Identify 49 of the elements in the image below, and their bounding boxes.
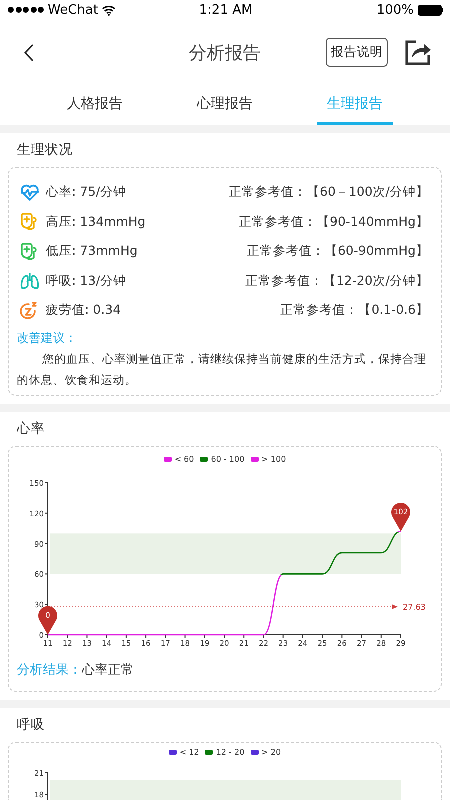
section-title: 呼吸 — [17, 716, 45, 734]
legend-swatch[interactable] — [168, 750, 177, 754]
help-button[interactable]: 报告说明 — [326, 38, 388, 67]
advice-label: 改善建议： — [17, 330, 77, 344]
carrier-name: WeChat — [48, 2, 98, 18]
legend-label: 12 - 20 — [216, 748, 245, 756]
average-label: 27.63 — [403, 602, 426, 612]
wifi-icon — [102, 4, 116, 16]
signal-icon — [8, 7, 44, 13]
blood-pressure-icon — [20, 242, 38, 262]
result-label: 分析结果： — [17, 662, 82, 678]
result-text: 心率正常 — [82, 662, 134, 678]
share-icon[interactable] — [404, 38, 432, 66]
page-title: 分析报告 — [189, 42, 261, 64]
report-tab[interactable]: 心理报告 — [187, 85, 263, 125]
legend-swatch[interactable] — [250, 750, 259, 754]
measurement-value: 疲劳值: 0.34 — [46, 302, 122, 320]
lungs-icon — [20, 271, 40, 292]
reference-range: 正常参考值：【60-90mmHg】 — [246, 243, 429, 260]
legend-label: > 100 — [262, 454, 286, 464]
legend-label: < 60 — [174, 454, 194, 464]
reference-range: 正常参考值：【60－100次/分钟】 — [229, 184, 429, 202]
advice-text: 您的血压、心率测量值正常，请继续保持当前健康的生活方式，保持合理的休息、饮食和运动。 — [16, 350, 428, 388]
legend-label: > 20 — [262, 748, 282, 756]
blood-pressure-icon — [20, 212, 38, 232]
legend-swatch[interactable] — [250, 456, 259, 462]
y-axis — [44, 772, 48, 800]
legend-label: 60 - 100 — [211, 454, 245, 464]
measurement-value: 低压: 73mmHg — [46, 243, 138, 260]
reference-range: 正常参考值：【12-20次/分钟】 — [245, 272, 429, 290]
legend-swatch[interactable] — [200, 456, 208, 462]
reference-range: 正常参考值：【90-140mmHg】 — [239, 214, 429, 231]
measurement-value: 呼吸: 13/分钟 — [46, 272, 126, 290]
section-title: 心率 — [17, 420, 45, 438]
battery-icon — [418, 4, 444, 16]
report-tab[interactable]: 人格报告 — [57, 85, 133, 125]
clock-time: 1:21 AM — [199, 2, 253, 18]
heart-pulse-icon — [20, 184, 40, 202]
reference-range: 正常参考值：【0.1-0.6】 — [280, 302, 429, 320]
battery-percent: 100% — [376, 2, 414, 18]
legend-label: < 12 — [180, 748, 200, 756]
value-pin — [392, 502, 410, 532]
measurement-value: 高压: 134mmHg — [46, 214, 146, 231]
measurement-value: 心率: 75/分钟 — [46, 184, 126, 202]
sleep-icon — [20, 300, 40, 321]
back-icon[interactable] — [24, 44, 34, 62]
section-title: 生理状况 — [17, 141, 73, 159]
legend-swatch[interactable] — [205, 750, 214, 754]
legend-swatch[interactable] — [164, 456, 172, 462]
